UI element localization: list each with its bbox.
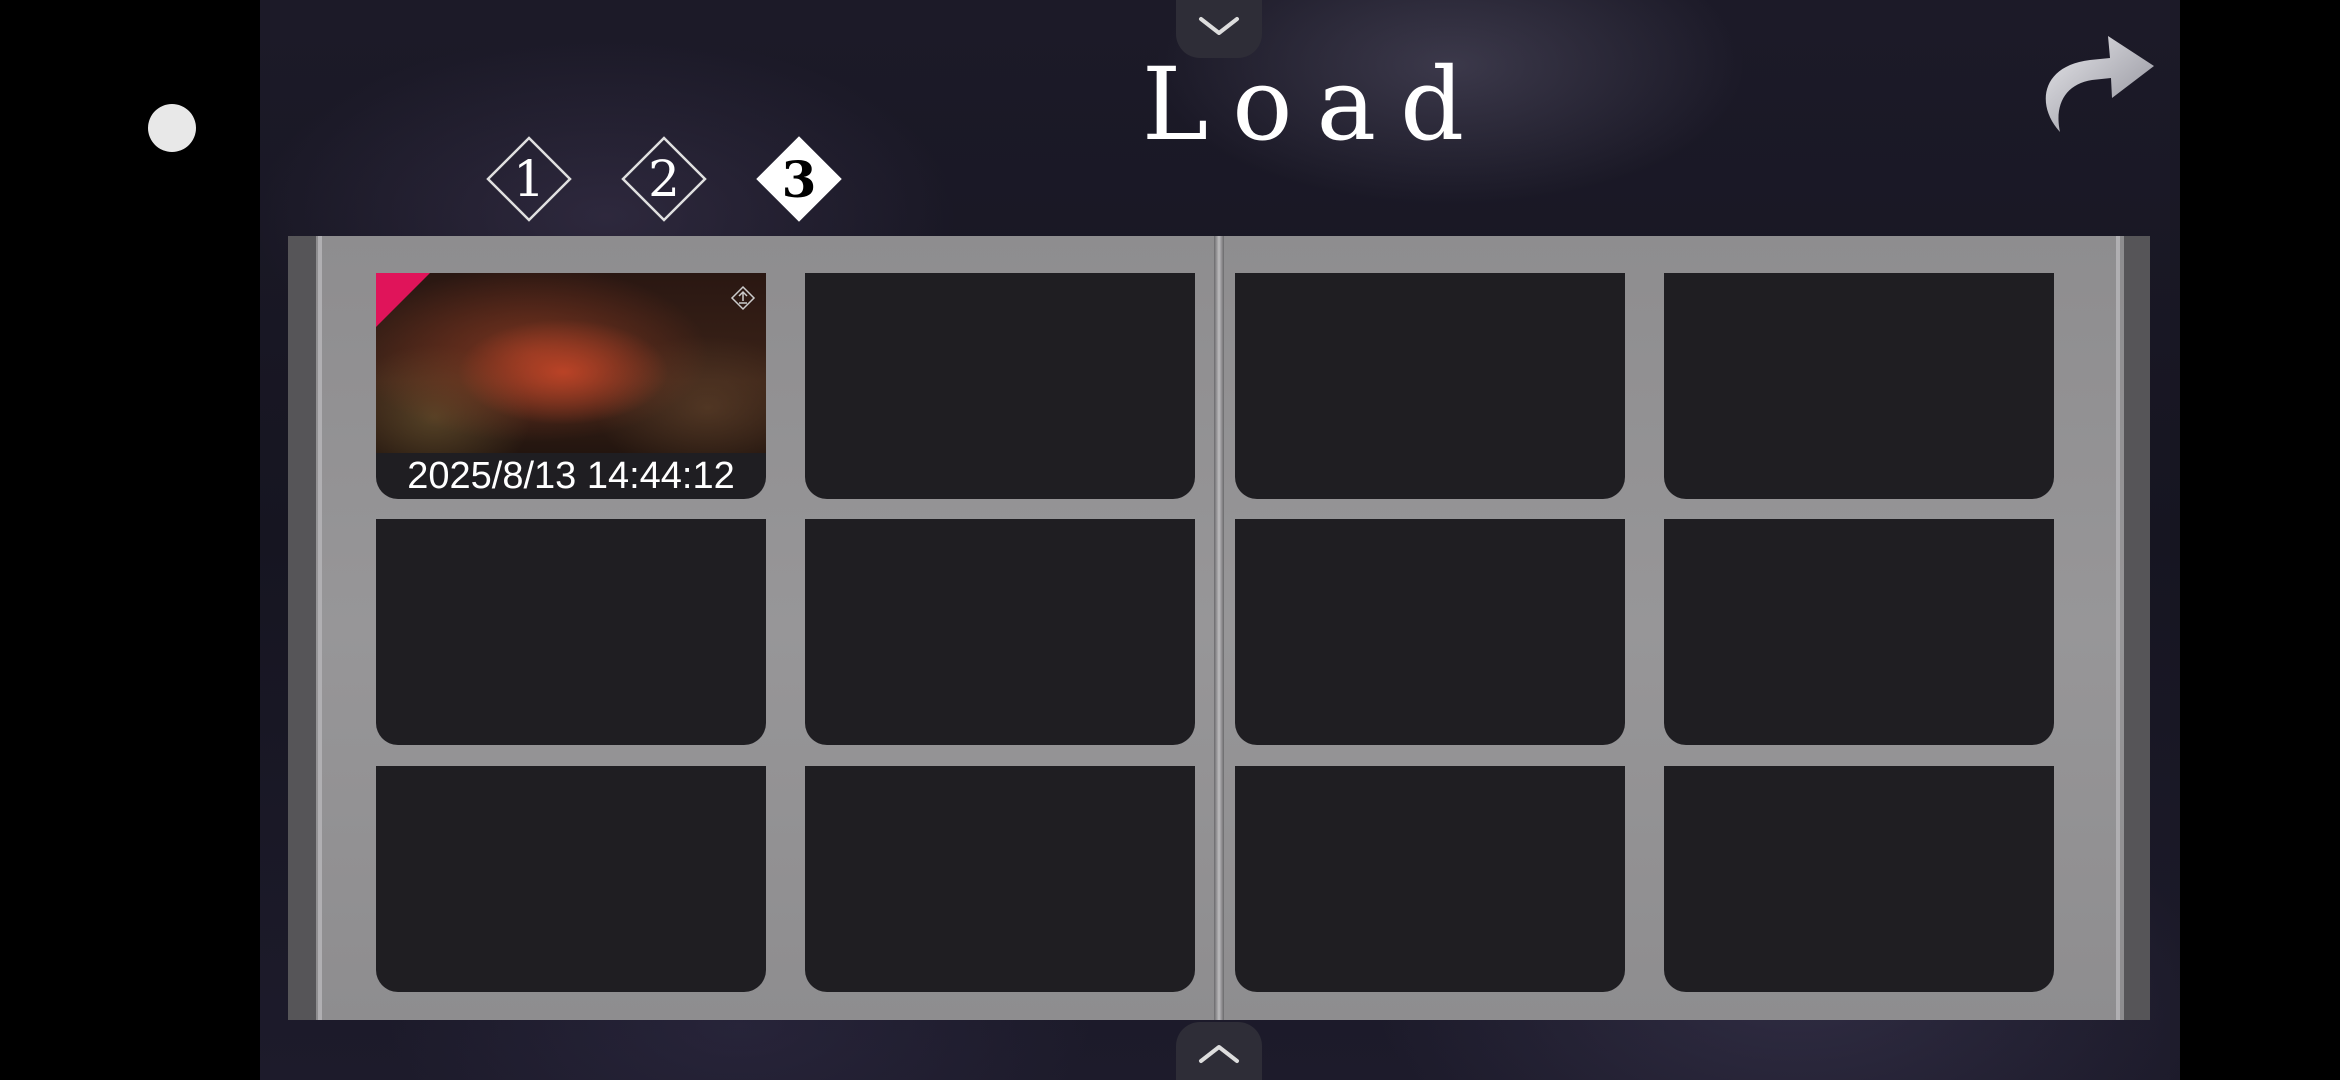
page-edge — [318, 236, 322, 1020]
save-thumbnail — [376, 273, 766, 453]
save-slot[interactable] — [376, 519, 766, 745]
game-screen: Load 1 2 3 2025/8/13 14:44:12 — [0, 0, 2340, 1080]
save-slot[interactable] — [805, 519, 1195, 745]
save-slot[interactable] — [1235, 766, 1625, 992]
tab-label: 3 — [781, 149, 817, 209]
tab-label: 1 — [513, 150, 545, 208]
back-button[interactable] — [2030, 28, 2160, 138]
tab-1[interactable]: 1 — [484, 134, 574, 224]
export-icon[interactable] — [730, 285, 756, 311]
curved-arrow-icon — [2045, 36, 2154, 132]
tab-3[interactable]: 3 — [754, 134, 844, 224]
save-slot[interactable] — [1664, 273, 2054, 499]
save-slot[interactable] — [376, 766, 766, 992]
save-slot[interactable] — [805, 766, 1195, 992]
chevron-down-icon — [1199, 17, 1239, 35]
load-screen: Load 1 2 3 2025/8/13 14:44:12 — [260, 0, 2180, 1080]
chevron-up-icon — [1199, 1045, 1239, 1063]
save-book: 2025/8/13 14:44:12 — [288, 236, 2150, 1020]
book-spine — [1214, 236, 1224, 1020]
new-save-marker — [376, 273, 430, 327]
save-date: 2025/8/13 14:44:12 — [407, 455, 735, 497]
save-slot[interactable] — [1664, 766, 2054, 992]
page-edge — [2116, 236, 2120, 1020]
tab-label: 2 — [648, 150, 680, 208]
tab-2[interactable]: 2 — [619, 134, 709, 224]
camera-cutout — [148, 104, 196, 152]
save-slot[interactable] — [1235, 519, 1625, 745]
save-slot[interactable] — [805, 273, 1195, 499]
scroll-down-button[interactable] — [1176, 1022, 1262, 1080]
save-slot[interactable]: 2025/8/13 14:44:12 — [376, 273, 766, 499]
save-slot[interactable] — [1664, 519, 2054, 745]
save-slot[interactable] — [1235, 273, 1625, 499]
